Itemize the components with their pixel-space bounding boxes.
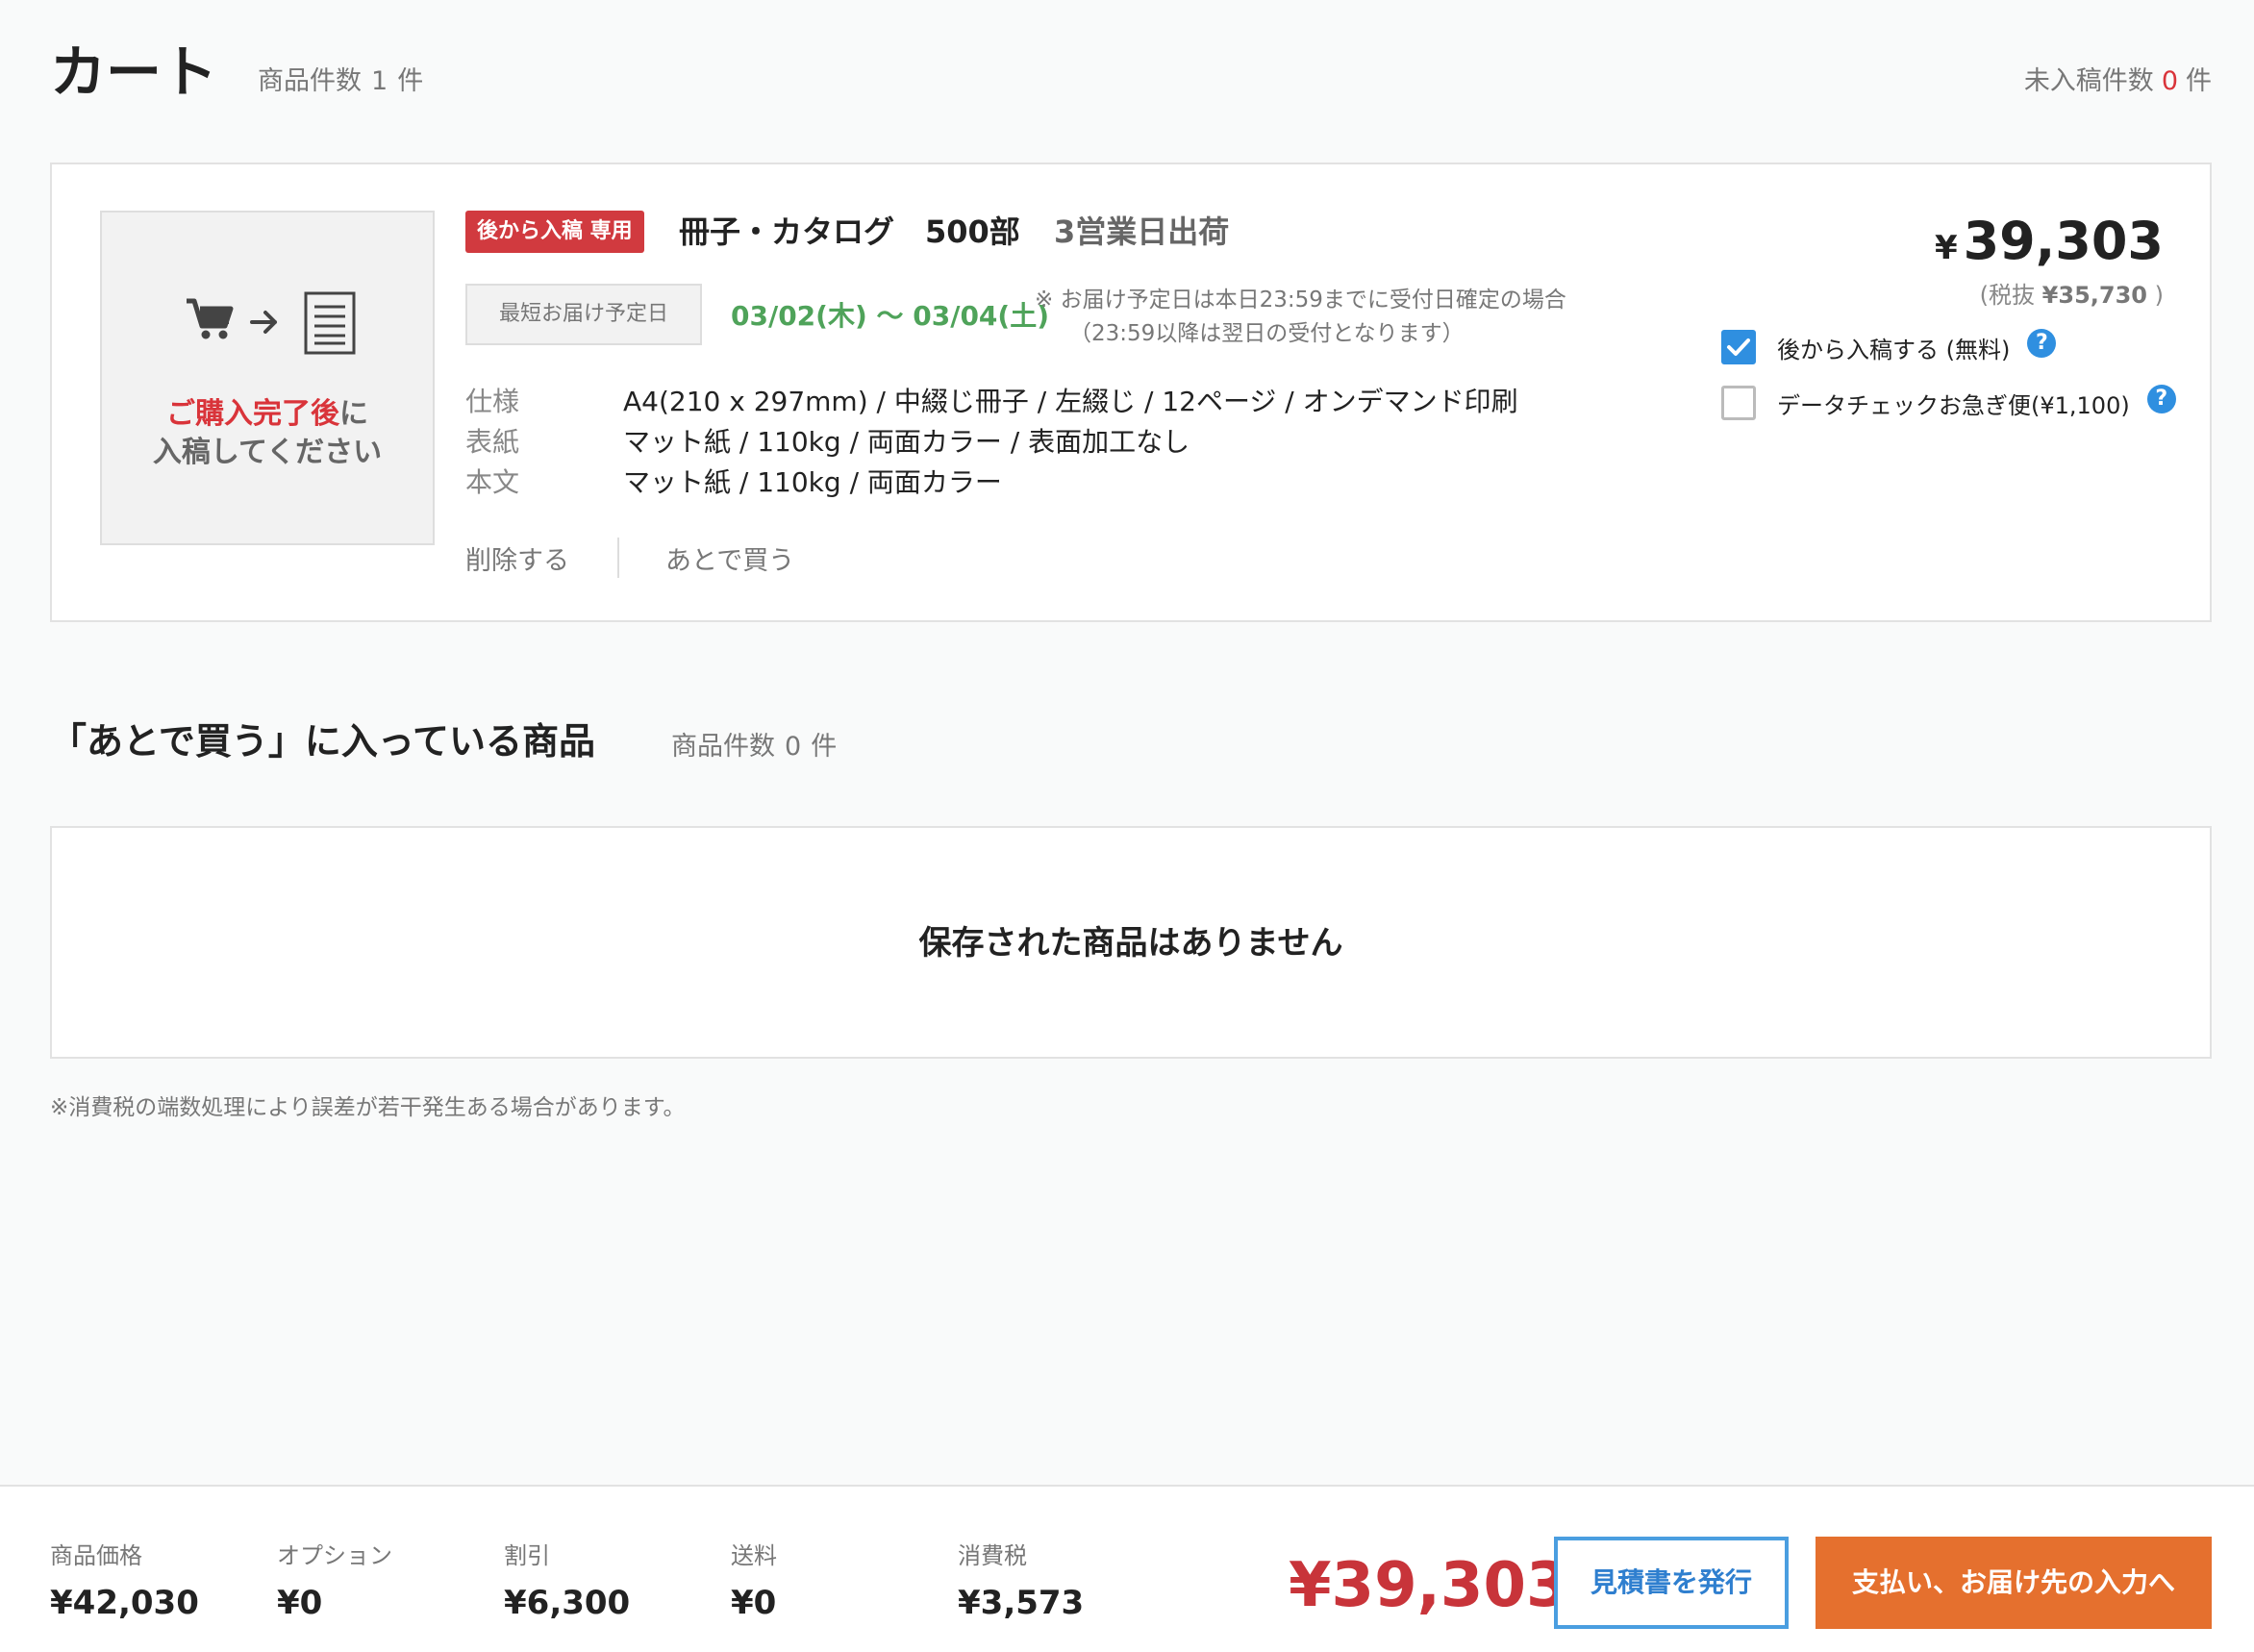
cart-header: カート 商品件数 1 件 未入稿件数 0 件 <box>0 0 2254 144</box>
upload-later-badge: 後から入稿 専用 <box>465 211 644 253</box>
checkout-button[interactable]: 支払い、お届け先の入力へ <box>1816 1537 2212 1629</box>
cart-icon <box>187 298 234 339</box>
help-icon[interactable]: ? <box>2027 329 2057 358</box>
issue-quote-button[interactable]: 見積書を発行 <box>1554 1537 1789 1629</box>
price-excl-tax: (税抜 ¥35,730 ) <box>1979 282 2164 309</box>
item-count: 商品件数 1 件 <box>258 66 424 96</box>
spec-row: 本文 マット紙 / 110kg / 両面カラー <box>465 466 1002 498</box>
delivery-note: ※ お届け予定日は本日23:59までに受付日確定の場合 （23:59以降は翌日の… <box>1035 288 1566 346</box>
express-check-label: データチェックお急ぎ便(¥1,100) <box>1777 391 2130 419</box>
product-specs: 仕様 A4(210 x 297mm) / 中綴じ冊子 / 左綴じ / 12ページ… <box>465 382 1518 503</box>
order-summary-bar: 商品価格 ¥42,030 オプション ¥0 割引 ¥6,300 送料 ¥0 消費… <box>0 1485 2254 1652</box>
document-icon <box>304 291 356 355</box>
divider <box>617 538 619 578</box>
delivery-date: 03/02(木) 〜 03/04(土) <box>731 300 1049 332</box>
thumbnail-instruction: ご購入完了後に 入稿してください <box>152 397 383 469</box>
item-price: ¥39,303 <box>1934 211 2164 271</box>
grand-total: ¥39,303 <box>1289 1550 1569 1621</box>
option-upload-later[interactable]: 後から入稿する (無料) ? <box>1721 329 2057 364</box>
empty-message: 保存された商品はありません <box>918 924 1343 963</box>
cart-item-card: ご購入完了後に 入稿してください 後から入稿 専用 冊子・カタログ 500部 3… <box>50 163 2212 622</box>
product-name: 冊子・カタログ <box>679 213 895 250</box>
express-check-checkbox[interactable] <box>1721 386 1756 420</box>
upload-later-label: 後から入稿する (無料) <box>1777 336 2011 363</box>
product-thumbnail: ご購入完了後に 入稿してください <box>100 211 435 545</box>
delivery-label: 最短お届け予定日 <box>465 284 702 345</box>
save-later-title: 「あとで買う」に入っている商品 <box>50 720 595 763</box>
item-actions: 削除する あとで買う <box>465 538 794 578</box>
save-for-later-link[interactable]: あとで買う <box>665 539 794 577</box>
spec-row: 仕様 A4(210 x 297mm) / 中綴じ冊子 / 左綴じ / 12ページ… <box>465 386 1518 417</box>
save-later-count: 商品件数 0 件 <box>671 732 838 762</box>
save-later-list: 保存された商品はありません <box>50 826 2212 1059</box>
delete-link[interactable]: 削除する <box>465 539 569 577</box>
summary-shipping: 送料 ¥0 <box>731 1542 777 1622</box>
spec-row: 表紙 マット紙 / 110kg / 両面カラー / 表面加工なし <box>465 426 1190 458</box>
page-title: カート <box>50 39 218 105</box>
summary-product-price: 商品価格 ¥42,030 <box>50 1542 199 1622</box>
unsubmitted-count: 未入稿件数 0 件 <box>2023 66 2212 96</box>
option-express-check[interactable]: データチェックお急ぎ便(¥1,100) ? <box>1721 385 2176 420</box>
summary-discount: 割引 ¥6,300 <box>504 1542 631 1622</box>
summary-options: オプション ¥0 <box>277 1542 392 1622</box>
help-icon[interactable]: ? <box>2146 385 2176 413</box>
check-icon <box>1727 338 1750 356</box>
summary-tax: 消費税 ¥3,573 <box>958 1542 1085 1622</box>
cart-to-document-icon <box>187 291 356 355</box>
upload-later-checkbox[interactable] <box>1721 330 1756 364</box>
shipping-days: 3営業日出荷 <box>1054 213 1230 250</box>
tax-note: ※消費税の端数処理により誤差が若干発生ある場合があります。 <box>50 1095 686 1120</box>
arrow-right-icon <box>250 311 277 334</box>
product-quantity: 500部 <box>925 213 1020 250</box>
